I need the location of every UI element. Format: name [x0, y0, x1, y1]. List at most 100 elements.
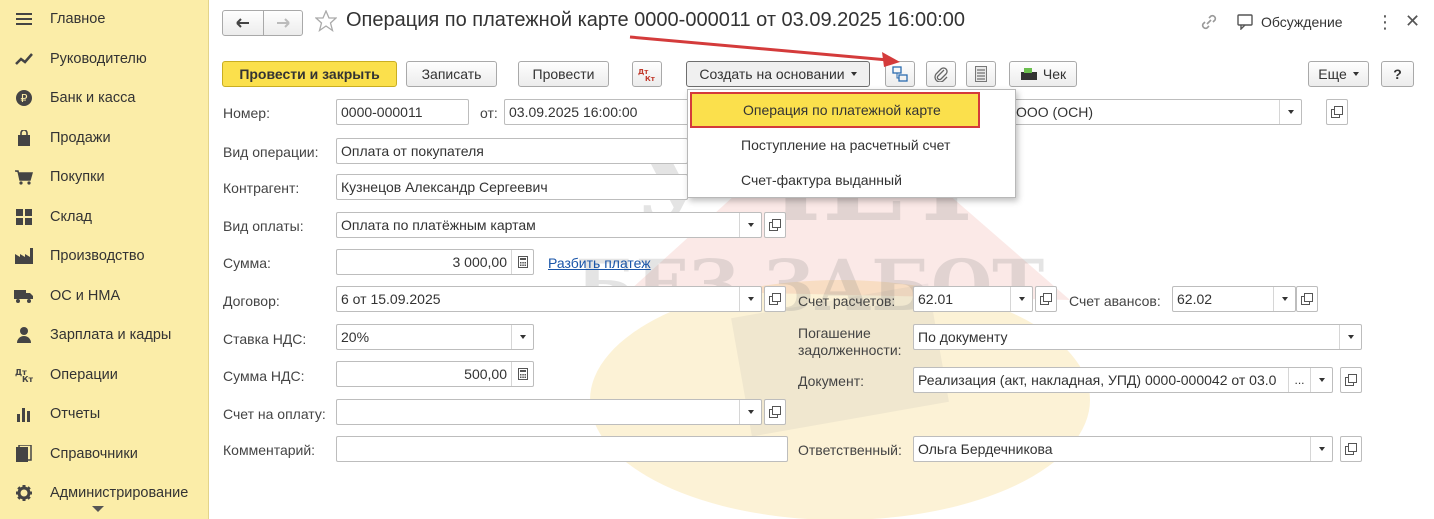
link-icon[interactable] [1200, 13, 1218, 34]
select-ellipsis-icon[interactable]: ... [1288, 368, 1310, 392]
dropdown-arrow-icon[interactable] [739, 213, 761, 237]
sidebar-item-label: Руководителю [50, 51, 147, 67]
save-button[interactable]: Записать [406, 61, 497, 87]
document-field[interactable]: Реализация (акт, накладная, УПД) 0000-00… [913, 367, 1333, 393]
check-button[interactable]: Чек [1009, 61, 1077, 87]
settlement-account-label: Счет расчетов: [798, 293, 896, 309]
sidebar-item-bank[interactable]: ₽ Банк и касса [0, 81, 209, 115]
contract-label: Договор: [223, 293, 280, 309]
invoice-label: Счет на оплату: [223, 406, 326, 422]
open-responsible-button[interactable] [1340, 436, 1362, 462]
gear-icon [14, 483, 34, 503]
calculator-icon[interactable] [511, 362, 533, 386]
counterparty-field[interactable]: Кузнецов Александр Сергеевич [336, 174, 688, 200]
more-label: Еще [1318, 66, 1347, 82]
sidebar-item-main[interactable]: Главное [0, 2, 209, 36]
more-vertical-icon[interactable]: ⋮ [1376, 12, 1394, 33]
close-icon[interactable]: ✕ [1405, 11, 1420, 32]
help-button[interactable]: ? [1381, 61, 1414, 87]
more-actions-button[interactable]: Еще [1308, 61, 1369, 87]
sidebar-item-label: Зарплата и кадры [50, 327, 172, 343]
favorite-star-icon[interactable] [314, 9, 338, 33]
sidebar-item-sales[interactable]: Продажи [0, 121, 209, 155]
repayment-label-line1: Погашение [798, 325, 871, 341]
trend-chart-icon [14, 49, 34, 69]
dropdown-arrow-icon[interactable] [1310, 437, 1332, 461]
dropdown-arrow-icon[interactable] [511, 325, 533, 349]
dropdown-arrow-icon[interactable] [1010, 287, 1032, 311]
vat-sum-label: Сумма НДС: [223, 368, 305, 384]
sidebar-item-manager[interactable]: Руководителю [0, 42, 209, 76]
cash-register-icon [1020, 68, 1037, 80]
date-field[interactable]: 03.09.2025 16:00:00 [504, 99, 689, 125]
operation-type-label: Вид операции: [223, 144, 319, 160]
sidebar-item-reports[interactable]: Отчеты [0, 397, 209, 431]
sum-field[interactable]: 3 000,00 [336, 249, 534, 275]
open-invoice-button[interactable] [764, 399, 786, 425]
dropdown-arrow-icon[interactable] [739, 287, 761, 311]
dropdown-arrow-icon[interactable] [1273, 287, 1295, 311]
repayment-label-line2: задолженности: [798, 342, 902, 358]
ruble-coin-icon: ₽ [14, 88, 34, 108]
operation-type-field[interactable]: Оплата от покупателя [336, 138, 688, 164]
advance-account-field[interactable]: 62.02 [1172, 286, 1296, 312]
sidebar-item-admin[interactable]: Администрирование [0, 476, 209, 510]
sidebar-item-label: Отчеты [50, 406, 101, 422]
dropdown-arrow-icon[interactable] [739, 400, 761, 424]
dropdown-arrow-icon[interactable] [1279, 100, 1301, 124]
sidebar-item-fixed-assets[interactable]: ОС и НМА [0, 279, 209, 313]
split-payment-link[interactable]: Разбить платеж [548, 255, 651, 271]
factory-icon [14, 246, 34, 266]
page-title: Операция по платежной карте 0000-000011 … [346, 9, 966, 31]
invoice-field[interactable] [336, 399, 762, 425]
payment-type-field[interactable]: Оплата по платёжным картам [336, 212, 762, 238]
menu-item-bank-receipt[interactable]: Поступление на расчетный счет [688, 128, 1015, 162]
arrow-left-icon [236, 18, 249, 28]
post-and-close-button[interactable]: Провести и закрыть [222, 61, 397, 87]
menu-item-card-operation[interactable]: Операция по платежной карте [690, 92, 980, 128]
sidebar-item-operations[interactable]: Дт Кт Операции [0, 358, 209, 392]
number-field[interactable]: 0000-000011 [336, 99, 469, 125]
dropdown-arrow-icon[interactable] [1310, 368, 1332, 392]
comment-field[interactable] [336, 436, 788, 462]
open-payment-type-button[interactable] [764, 212, 786, 238]
responsible-field[interactable]: Ольга Бердечникова [913, 436, 1333, 462]
bar-chart-icon [14, 404, 34, 424]
books-icon [14, 444, 34, 464]
person-icon [14, 325, 34, 345]
document-label: Документ: [798, 373, 864, 389]
calculator-icon[interactable] [511, 250, 533, 274]
vat-rate-field[interactable]: 20% [336, 324, 534, 350]
open-contract-button[interactable] [764, 286, 786, 312]
contract-field[interactable]: 6 от 15.09.2025 [336, 286, 762, 312]
post-button[interactable]: Провести [518, 61, 609, 87]
forward-button[interactable] [263, 10, 303, 36]
sidebar-item-salary[interactable]: Зарплата и кадры [0, 318, 209, 352]
scroll-down-arrow-icon[interactable] [92, 506, 104, 512]
truck-icon [14, 286, 34, 306]
settlement-account-field[interactable]: 62.01 [913, 286, 1033, 312]
menu-item-invoice-issued[interactable]: Счет-фактура выданный [688, 163, 1015, 197]
open-copy-icon [1345, 374, 1357, 386]
repayment-field[interactable]: По документу [913, 324, 1362, 350]
discussion-button[interactable]: Обсуждение [1237, 14, 1343, 30]
open-advance-account-button[interactable] [1296, 286, 1318, 312]
print-button[interactable] [966, 61, 996, 87]
sum-label: Сумма: [223, 255, 271, 271]
menu-lines-icon [14, 9, 34, 29]
open-organization-button[interactable] [1326, 99, 1348, 125]
sidebar-item-catalogs[interactable]: Справочники [0, 437, 209, 471]
sidebar-item-production[interactable]: Производство [0, 239, 209, 273]
open-settlement-account-button[interactable] [1035, 286, 1057, 312]
sidebar-item-label: Продажи [50, 130, 111, 146]
organization-field[interactable]: ООО (ОСН) [1005, 99, 1302, 125]
back-button[interactable] [222, 10, 264, 36]
dropdown-arrow-icon[interactable] [1339, 325, 1361, 349]
attach-button[interactable] [926, 61, 956, 87]
open-document-button[interactable] [1340, 367, 1362, 393]
vat-sum-field[interactable]: 500,00 [336, 361, 534, 387]
svg-text:Кт: Кт [645, 75, 656, 82]
counterparty-label: Контрагент: [223, 180, 300, 196]
sidebar-item-purchases[interactable]: Покупки [0, 160, 209, 194]
sidebar-item-warehouse[interactable]: Склад [0, 200, 209, 234]
